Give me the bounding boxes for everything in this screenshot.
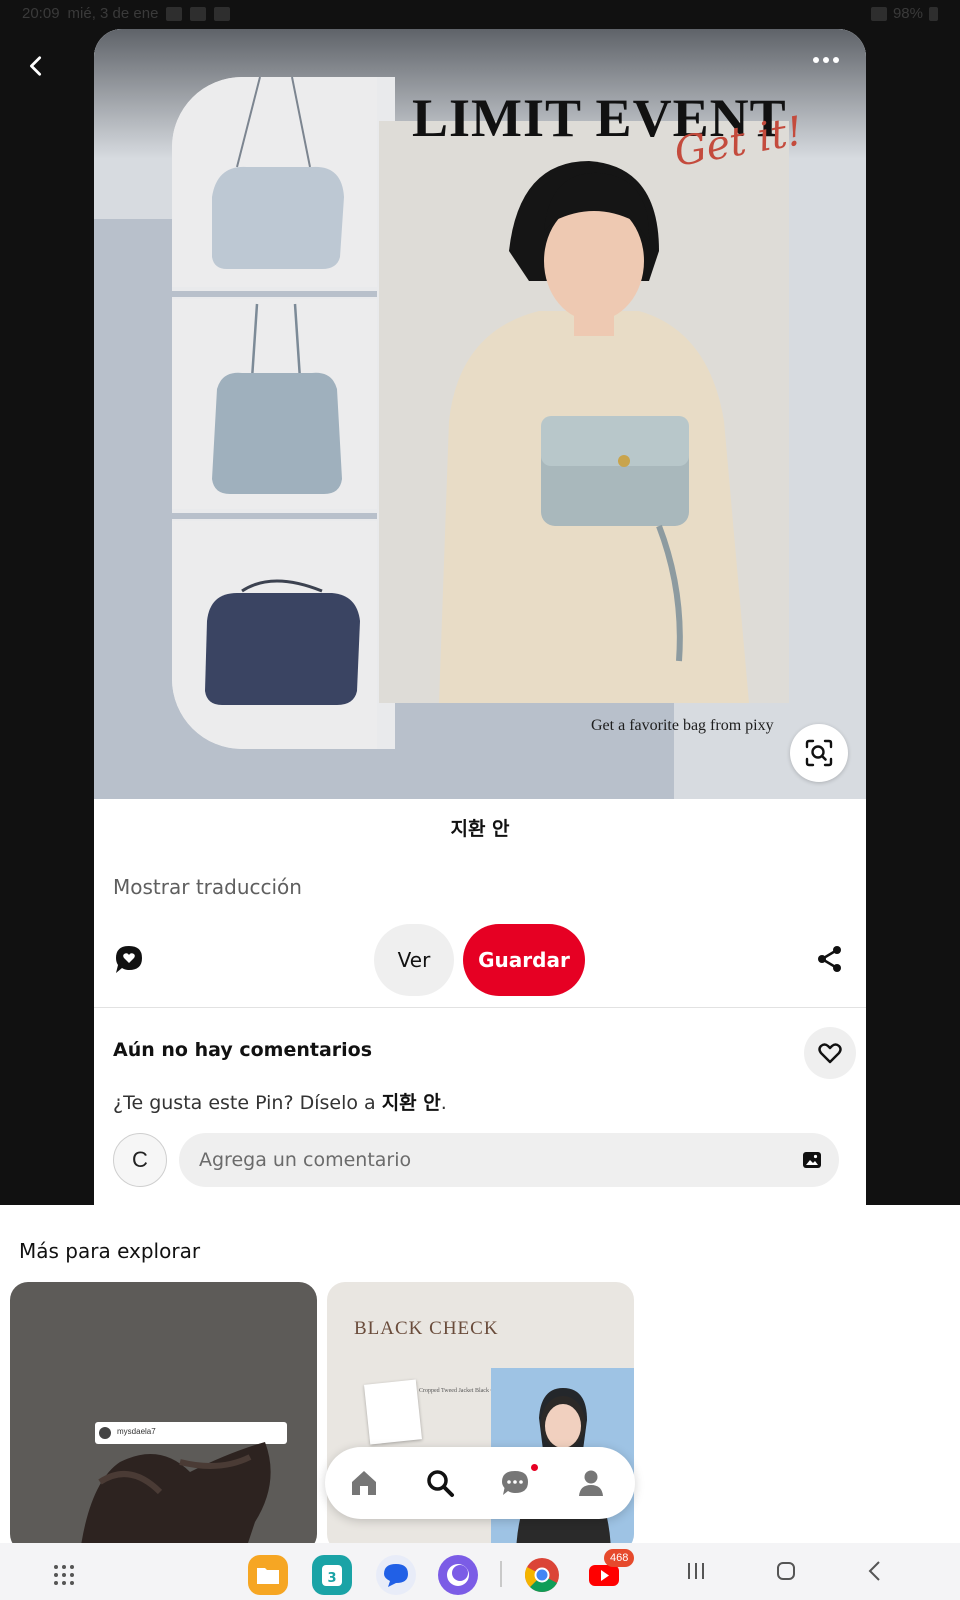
- attach-image-button[interactable]: [802, 1150, 822, 1170]
- heart-icon: [818, 1043, 842, 1064]
- share-button[interactable]: [815, 944, 845, 974]
- battery-level: 98%: [892, 5, 923, 22]
- dock-divider: [500, 1561, 502, 1587]
- explore-pin-1[interactable]: mysdaela7: [10, 1282, 317, 1543]
- battery-icon: [929, 6, 938, 21]
- nav-search[interactable]: [422, 1465, 458, 1501]
- svg-text:3: 3: [327, 1571, 336, 1586]
- pin-card: LIMIT EVENT Get it! Get a favorite bag f…: [94, 29, 866, 1205]
- messages-app[interactable]: [376, 1555, 416, 1595]
- calendar-icon: 3: [322, 1565, 342, 1586]
- explore-title: Más para explorar: [19, 1239, 201, 1263]
- product-bag-1: [172, 77, 377, 287]
- more-options-button[interactable]: [806, 45, 846, 75]
- comment-prompt: ¿Te gusta este Pin? Díselo a 지환 안.: [113, 1092, 447, 1114]
- youtube-badge: 468: [604, 1549, 635, 1567]
- browser-icon: [447, 1564, 469, 1586]
- recents-icon: [688, 1563, 704, 1579]
- nav-profile[interactable]: [573, 1465, 609, 1501]
- internet-app[interactable]: [438, 1555, 478, 1595]
- react-button[interactable]: [804, 1027, 856, 1079]
- system-back-button[interactable]: [864, 1559, 888, 1583]
- files-app[interactable]: [248, 1555, 288, 1595]
- chevron-left-icon: [30, 56, 42, 76]
- wifi-icon: [870, 6, 887, 21]
- messages-icon: [502, 1471, 528, 1495]
- recent-apps-button[interactable]: [684, 1559, 708, 1583]
- visual-search-button[interactable]: [790, 724, 848, 782]
- product-bag-3: [172, 521, 377, 749]
- product-column: [172, 77, 395, 749]
- home-square-icon: [777, 1562, 795, 1580]
- more-dots-icon: [813, 57, 819, 63]
- share-icon: [818, 946, 841, 972]
- comment-button[interactable]: [113, 944, 145, 976]
- chrome-app[interactable]: [522, 1555, 562, 1595]
- user-avatar[interactable]: C: [113, 1133, 167, 1187]
- image-icon: [803, 1152, 821, 1168]
- divider: [94, 1007, 866, 1008]
- bottom-navigation: [325, 1447, 635, 1519]
- calendar-app[interactable]: 3: [312, 1555, 352, 1595]
- chat-bubble-icon: [384, 1564, 408, 1587]
- gallery-icon: [166, 6, 183, 21]
- view-button[interactable]: Ver: [374, 924, 454, 996]
- back-button[interactable]: [18, 48, 54, 84]
- nav-messages[interactable]: [497, 1465, 533, 1501]
- comment-input[interactable]: [179, 1133, 839, 1187]
- show-translation-link[interactable]: Mostrar traducción: [113, 875, 302, 899]
- back-chevron-icon: [868, 1561, 880, 1581]
- notification-icon: [190, 6, 207, 21]
- app-drawer-button[interactable]: [44, 1555, 84, 1595]
- status-bar: 20:09 mié, 3 de ene 98%: [0, 0, 960, 28]
- folder-icon: [257, 1568, 279, 1584]
- status-time: 20:09: [22, 5, 60, 22]
- prompt-author[interactable]: 지환 안: [382, 1092, 441, 1114]
- chrome-icon: [525, 1558, 559, 1592]
- speech-bubble-heart-icon: [116, 946, 142, 973]
- home-button[interactable]: [774, 1559, 798, 1583]
- pin-actions: Ver Guardar: [94, 922, 866, 998]
- messages-notification-dot: [531, 1464, 538, 1471]
- pin-tagline: Get a favorite bag from pixy: [591, 717, 774, 734]
- home-icon: [352, 1471, 376, 1495]
- profile-icon: [579, 1470, 603, 1496]
- save-button[interactable]: Guardar: [463, 924, 585, 996]
- comments-heading: Aún no hay comentarios: [113, 1039, 373, 1061]
- status-date: mié, 3 de ene: [67, 5, 159, 22]
- pin-author[interactable]: 지환 안: [94, 814, 866, 841]
- youtube-status-icon: [214, 6, 231, 21]
- tile-title: BLACK CHECK: [354, 1318, 499, 1339]
- lens-search-icon: [805, 739, 833, 767]
- model-photo: [379, 121, 789, 703]
- product-bag-2: [172, 299, 377, 509]
- system-taskbar: 3: [0, 1543, 960, 1600]
- pin-image[interactable]: LIMIT EVENT Get it! Get a favorite bag f…: [94, 29, 866, 799]
- app-grid-icon: [54, 1565, 74, 1585]
- search-icon: [427, 1470, 454, 1497]
- nav-home[interactable]: [346, 1465, 382, 1501]
